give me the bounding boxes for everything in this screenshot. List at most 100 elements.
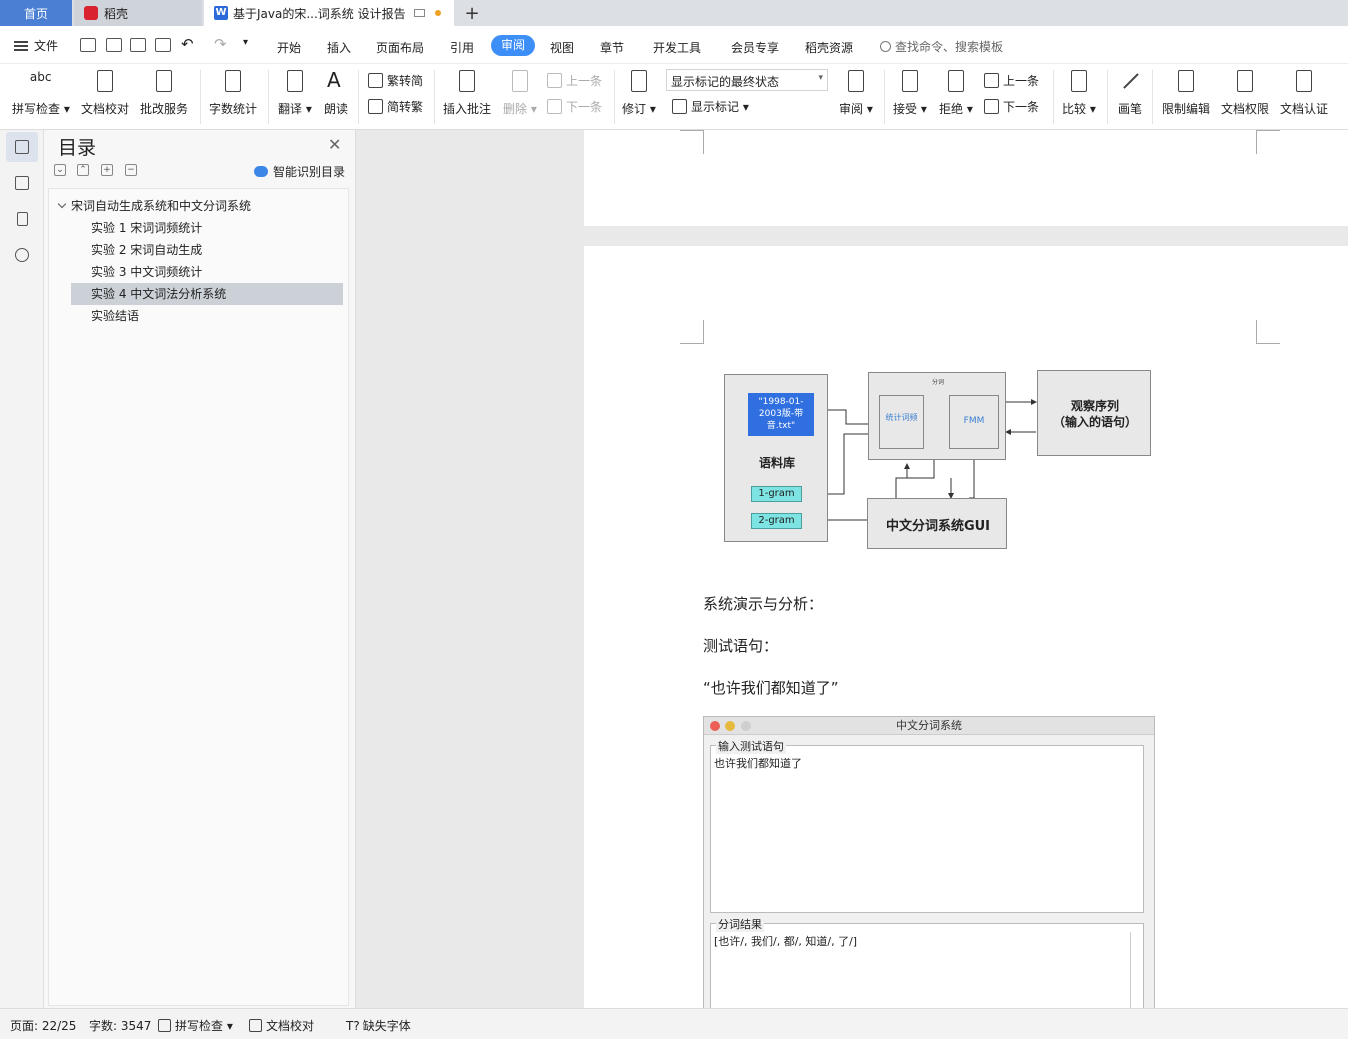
undo-icon[interactable]: ↶	[181, 35, 194, 53]
pen-button[interactable]: 画笔	[1117, 68, 1143, 117]
menu-section[interactable]: 章节	[600, 39, 624, 56]
document-canvas[interactable]: "1998-01-2003版-带音.txt" 语料库 1-gram 2-gram…	[357, 130, 1348, 1008]
add-heading-icon[interactable]: +	[101, 164, 113, 176]
pen-label: 画笔	[1117, 102, 1142, 116]
next-comment-button[interactable]: 下一条	[547, 98, 602, 115]
accept-button[interactable]: 接受 ▾	[893, 68, 927, 117]
monitor-icon[interactable]	[413, 9, 425, 17]
tab-daoke[interactable]: 稻壳	[74, 0, 202, 26]
review-service-button[interactable]: 批改服务	[140, 68, 188, 117]
doc-certify-label: 文档认证	[1280, 102, 1329, 116]
redo-icon[interactable]: ↷	[214, 35, 227, 53]
quick-access-more-icon[interactable]: ▾	[243, 37, 248, 48]
toc-panel-button[interactable]	[6, 132, 38, 162]
spell-check-label: 拼写检查	[12, 102, 61, 116]
toc-icon	[15, 140, 29, 154]
markup-state-select[interactable]: 显示标记的最终状态	[666, 69, 828, 91]
restrict-edit-button[interactable]: 限制编辑	[1162, 68, 1210, 117]
bookmark-icon	[17, 212, 28, 226]
word-count-label: 字数统计	[209, 102, 258, 116]
observation-box: 观察序列 （输入的语句）	[1037, 370, 1151, 456]
prev-change-button[interactable]: 上一条	[984, 72, 1039, 89]
tab-home[interactable]: 首页	[0, 0, 72, 26]
read-aloud-button[interactable]: A 朗读	[323, 68, 349, 117]
proofread-icon	[249, 1019, 262, 1032]
lock-icon	[1173, 68, 1199, 94]
menu-start[interactable]: 开始	[277, 39, 301, 56]
trad-to-simp-button[interactable]: 繁转简	[368, 72, 423, 89]
toc-item[interactable]: 实验结语	[71, 305, 341, 327]
review-ribbon: abc 拼写检查 ▾ 文档校对 批改服务 字数统计 翻译 ▾ A 朗读 繁转简 …	[0, 64, 1348, 130]
compare-button[interactable]: 比较 ▾	[1062, 68, 1096, 117]
insert-comment-button[interactable]: 插入批注	[443, 68, 491, 117]
doc-certify-button[interactable]: 文档认证	[1280, 68, 1328, 117]
status-missing-font[interactable]: T? 缺失字体	[346, 1017, 411, 1034]
close-dot-icon	[710, 721, 720, 731]
status-spell-check[interactable]: 拼写检查 ▾	[158, 1017, 233, 1034]
reject-button[interactable]: 拒绝 ▾	[939, 68, 973, 117]
toc-item-selected[interactable]: 实验 4 中文词法分析系统	[71, 283, 343, 305]
prev-comment-button[interactable]: 上一条	[547, 72, 602, 89]
nav-panel-button[interactable]	[6, 168, 38, 198]
simp-to-trad-button[interactable]: 简转繁	[368, 98, 423, 115]
doc-permission-button[interactable]: 文档权限	[1221, 68, 1269, 117]
doc-permission-label: 文档权限	[1221, 102, 1270, 116]
print-icon[interactable]	[130, 38, 146, 52]
menu-page-layout[interactable]: 页面布局	[376, 39, 424, 56]
chevron-down-icon[interactable]	[57, 199, 67, 209]
gram2-box: 2-gram	[751, 513, 802, 529]
remove-heading-icon[interactable]: −	[125, 164, 137, 176]
find-panel-button[interactable]	[6, 240, 38, 270]
toc-item[interactable]: 实验 2 宋词自动生成	[71, 239, 341, 261]
left-icon-rail	[0, 130, 44, 1008]
segmentation-architecture-diagram: "1998-01-2003版-带音.txt" 语料库 1-gram 2-gram…	[724, 368, 1154, 551]
read-aloud-label: 朗读	[323, 102, 348, 116]
hamburger-icon	[14, 40, 28, 51]
toc-root-item[interactable]: 宋词自动生成系统和中文分词系统	[57, 195, 251, 217]
file-menu-button[interactable]: 文件	[14, 37, 58, 54]
print-preview-icon[interactable]	[155, 38, 171, 52]
menu-review[interactable]: 审阅	[491, 35, 535, 56]
menu-insert[interactable]: 插入	[327, 39, 351, 56]
close-icon[interactable]: ✕	[328, 135, 341, 154]
menu-view[interactable]: 视图	[550, 39, 574, 56]
page-indicator[interactable]: 页面: 22/25	[10, 1017, 76, 1034]
export-icon[interactable]	[106, 38, 122, 52]
status-proofread[interactable]: 文档校对	[249, 1017, 314, 1034]
gui-window-title-text: 中文分词系统	[896, 719, 962, 732]
menu-developer[interactable]: 开发工具	[653, 39, 701, 56]
gui-input-label: 输入测试语句	[716, 738, 786, 754]
menu-daoke-resources[interactable]: 稻壳资源	[805, 39, 853, 56]
spell-check-button[interactable]: abc 拼写检查 ▾	[12, 68, 70, 117]
next-comment-label: 下一条	[566, 100, 603, 114]
collapse-icon[interactable]: ⌄	[54, 164, 66, 176]
tab-document[interactable]: W 基于Java的宋...词系统 设计报告	[204, 0, 454, 26]
translate-button[interactable]: 翻译 ▾	[278, 68, 312, 117]
track-changes-button[interactable]: 修订 ▾	[622, 68, 656, 117]
review-pane-button[interactable]: 审阅 ▾	[839, 68, 873, 117]
paragraph-test-sentence-label: 测试语句：	[703, 637, 779, 655]
crop-mark	[680, 320, 704, 344]
next-change-button[interactable]: 下一条	[984, 98, 1039, 115]
save-icon[interactable]	[80, 38, 96, 52]
ribbon-divider	[614, 70, 615, 124]
command-search[interactable]: 查找命令、搜索模板	[880, 38, 1003, 55]
new-tab-button[interactable]: +	[460, 0, 484, 26]
toc-title: 目录	[58, 137, 97, 159]
expand-icon[interactable]: ⌃	[77, 164, 89, 176]
bookmark-panel-button[interactable]	[6, 204, 38, 234]
toc-item[interactable]: 实验 3 中文词频统计	[71, 261, 341, 283]
smart-recognize-toc-button[interactable]: 智能识别目录	[254, 163, 345, 180]
menu-member[interactable]: 会员专享	[731, 39, 779, 56]
delete-comment-button[interactable]: 删除 ▾	[503, 68, 537, 117]
show-markup-button[interactable]: 显示标记 ▾	[672, 98, 749, 115]
proofread-button[interactable]: 文档校对	[81, 68, 129, 117]
gui-window-title: 中文分词系统	[704, 717, 1154, 735]
toc-item-label: 实验结语	[91, 309, 140, 323]
menu-references[interactable]: 引用	[450, 39, 474, 56]
proofread-label: 文档校对	[81, 102, 130, 116]
word-count-indicator[interactable]: 字数: 3547	[89, 1017, 151, 1034]
corpus-label: 语料库	[758, 456, 795, 470]
word-count-button[interactable]: 字数统计	[209, 68, 257, 117]
toc-item[interactable]: 实验 1 宋词词频统计	[71, 217, 341, 239]
